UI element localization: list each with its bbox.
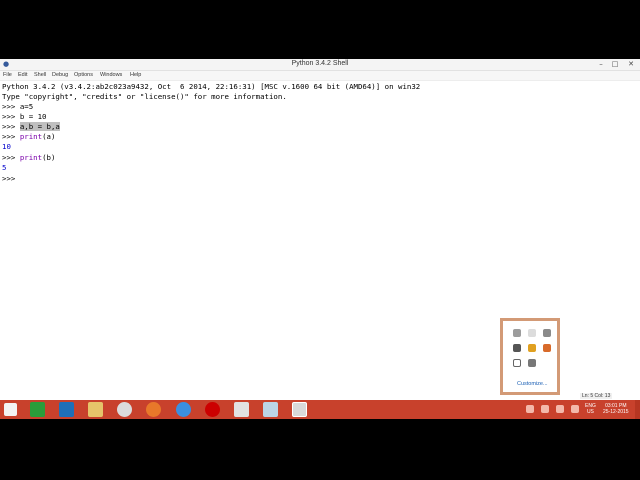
vlc-icon[interactable] — [528, 344, 536, 352]
file-explorer-icon[interactable] — [88, 402, 103, 417]
device-icon[interactable] — [528, 359, 536, 367]
title-bar: ● Python 3.4.2 Shell – □ ✕ — [0, 59, 640, 71]
prompt: >>> — [2, 112, 20, 121]
builtin-keyword: print — [19, 153, 43, 162]
opera-icon[interactable] — [205, 402, 220, 417]
prompt: >>> — [2, 153, 20, 162]
maximize-button[interactable]: □ — [608, 59, 622, 70]
code: a=5 — [19, 102, 34, 111]
shell-line-1: >>> a=5 — [2, 102, 33, 112]
code: b = 10 — [19, 112, 47, 121]
builtin-keyword: print — [19, 132, 43, 141]
chat-icon[interactable] — [513, 329, 521, 337]
prompt: >>> — [2, 122, 20, 131]
menu-edit[interactable]: Edit — [18, 72, 27, 78]
output-line-1: 10 — [2, 142, 11, 151]
shell-line-5: >>> print(b) — [2, 153, 55, 163]
menu-debug[interactable]: Debug — [52, 72, 68, 78]
app-tray-icon[interactable] — [543, 344, 551, 352]
prompt: >>> — [2, 102, 20, 111]
network-icon[interactable] — [543, 329, 551, 337]
taskbar: ENG US 03:01 PM 25-12-2015 — [0, 400, 640, 419]
desktop-screen: ● Python 3.4.2 Shell – □ ✕ File Edit She… — [0, 59, 640, 419]
clock[interactable]: 03:01 PM 25-12-2015 — [603, 403, 629, 415]
close-button[interactable]: ✕ — [624, 59, 638, 70]
selected-code: a,b = b,a — [19, 122, 60, 131]
shell-line-4: >>> print(a) — [2, 132, 55, 142]
keyboard-icon[interactable] — [571, 405, 579, 413]
volume-icon[interactable] — [556, 405, 564, 413]
status-line-col: Ln: 5 Col: 13 — [580, 393, 613, 399]
window-title: Python 3.4.2 Shell — [291, 60, 349, 67]
region-code: US — [586, 409, 594, 415]
monitor-icon[interactable] — [513, 344, 521, 352]
customize-link[interactable]: Customize... — [517, 381, 548, 387]
tray-overflow-popup: Customize... — [500, 318, 560, 395]
prompt: >>> — [2, 174, 20, 183]
menu-options[interactable]: Options — [74, 72, 93, 78]
code: (a) — [42, 132, 56, 141]
output-line-2: 5 — [2, 163, 7, 172]
menu-help[interactable]: Help — [130, 72, 141, 78]
language-indicator[interactable]: ENG US — [585, 403, 596, 415]
computer-icon[interactable] — [59, 402, 74, 417]
notepad-icon[interactable] — [263, 402, 278, 417]
code: (b) — [42, 153, 56, 162]
shell-line-2: >>> b = 10 — [2, 112, 47, 122]
cloud-icon[interactable] — [528, 329, 536, 337]
idle-shell-task-icon[interactable] — [292, 402, 307, 417]
windows-start-icon[interactable] — [4, 403, 17, 416]
chrome-icon[interactable] — [117, 402, 132, 417]
show-desktop-button[interactable] — [635, 400, 640, 419]
firefox-icon[interactable] — [146, 402, 161, 417]
shell-line-3: >>> a,b = b,a — [2, 122, 60, 132]
minimize-button[interactable]: – — [594, 59, 608, 70]
menu-windows[interactable]: Windows — [100, 72, 122, 78]
banner-line-2: Type "copyright", "credits" or "license(… — [2, 92, 287, 101]
menu-file[interactable]: File — [3, 72, 12, 78]
flag-icon[interactable] — [526, 405, 534, 413]
excel-icon[interactable] — [30, 402, 45, 417]
clock-date: 25-12-2015 — [603, 409, 629, 415]
window-icon[interactable] — [513, 359, 521, 367]
banner-line-1: Python 3.4.2 (v3.4.2:ab2c023a9432, Oct 6… — [2, 82, 421, 91]
network-status-icon[interactable] — [541, 405, 549, 413]
python-file-icon[interactable] — [234, 402, 249, 417]
internet-explorer-icon[interactable] — [176, 402, 191, 417]
prompt: >>> — [2, 132, 20, 141]
menu-shell[interactable]: Shell — [34, 72, 46, 78]
shell-line-6: >>> — [2, 174, 20, 184]
